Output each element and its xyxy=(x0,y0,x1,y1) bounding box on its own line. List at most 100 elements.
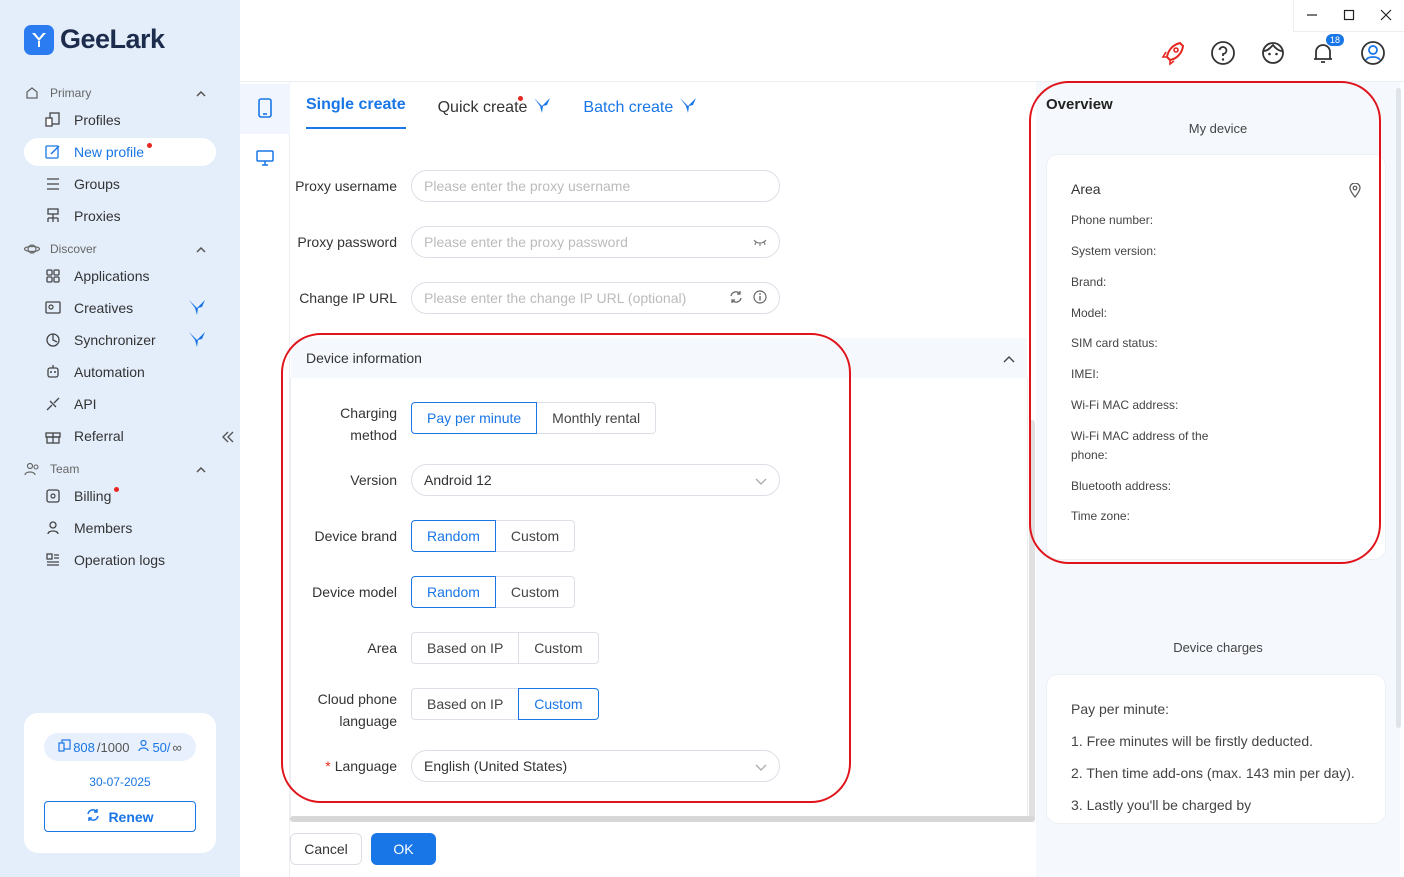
logs-icon xyxy=(44,551,62,569)
cloud-lang-option-custom[interactable]: Custom xyxy=(518,688,599,720)
team-icon xyxy=(24,461,40,477)
chevron-down-icon xyxy=(755,758,767,774)
network-icon xyxy=(44,207,62,225)
charging-label-line1: Charging xyxy=(340,405,397,421)
proxy-password-placeholder: Please enter the proxy password xyxy=(424,234,628,250)
chevron-up-icon[interactable] xyxy=(196,86,206,100)
area-option-custom[interactable]: Custom xyxy=(519,632,599,664)
sidebar-item-referral[interactable]: Referral xyxy=(24,422,216,450)
geelark-logo-icon xyxy=(24,24,54,55)
device-model-selector: Random Custom xyxy=(411,576,576,608)
sidebar: GeeLark Primary Profiles New profile Gro… xyxy=(0,0,240,877)
cloud-phone-language-selector: Based on IP Custom xyxy=(411,688,599,720)
account-avatar-icon[interactable] xyxy=(1360,40,1386,66)
notification-dot xyxy=(114,486,120,492)
brand-option-custom[interactable]: Custom xyxy=(495,520,576,552)
sidebar-item-label: Billing xyxy=(74,488,112,504)
form-horizontal-scrollbar[interactable] xyxy=(290,816,1035,822)
create-tabs: Single create Quick create Batch create xyxy=(306,96,697,132)
sidebar-item-billing[interactable]: Billing xyxy=(24,482,216,510)
nav-section-discover[interactable]: Discover xyxy=(24,237,216,261)
proxy-username-label: Proxy username xyxy=(295,178,397,194)
help-icon[interactable] xyxy=(1210,40,1236,66)
minimize-icon[interactable] xyxy=(1306,8,1318,24)
overview-title: Overview xyxy=(1046,96,1113,113)
mobile-device-button[interactable] xyxy=(240,84,290,134)
desktop-device-button[interactable] xyxy=(240,134,290,184)
charging-option-monthly-rental[interactable]: Monthly rental xyxy=(537,402,657,434)
charging-method-label: Charging method xyxy=(287,402,397,446)
device-info-header[interactable]: Device information xyxy=(291,338,1027,378)
maximize-icon[interactable] xyxy=(1343,8,1355,24)
device-info-title: Device information xyxy=(306,350,422,366)
cancel-button[interactable]: Cancel xyxy=(290,833,362,865)
charging-method-selector: Pay per minute Monthly rental xyxy=(411,402,657,434)
rocket-icon[interactable] xyxy=(1160,40,1186,66)
model-field: Model: xyxy=(1071,306,1108,320)
notifications-icon[interactable]: 18 xyxy=(1310,34,1344,66)
proxy-username-input[interactable]: Please enter the proxy username xyxy=(411,170,780,202)
sidebar-item-automation[interactable]: Automation xyxy=(24,358,216,386)
change-ip-label: Change IP URL xyxy=(299,290,397,306)
eye-closed-icon[interactable] xyxy=(753,234,767,250)
area-option-based-on-ip[interactable]: Based on IP xyxy=(411,632,520,664)
brand-option-random[interactable]: Random xyxy=(411,520,496,552)
model-option-random[interactable]: Random xyxy=(411,576,496,608)
sidebar-item-proxies[interactable]: Proxies xyxy=(24,202,216,230)
proxy-username-placeholder: Please enter the proxy username xyxy=(424,178,631,194)
expiry-date: 30-07-2025 xyxy=(89,775,151,789)
sidebar-item-applications[interactable]: Applications xyxy=(24,262,216,290)
ok-button[interactable]: OK xyxy=(371,833,436,865)
close-icon[interactable] xyxy=(1380,8,1392,24)
tab-batch-create[interactable]: Batch create xyxy=(583,96,697,132)
sidebar-item-synchronizer[interactable]: Synchronizer xyxy=(24,326,216,354)
charging-option-pay-per-minute[interactable]: Pay per minute xyxy=(411,402,538,434)
app-logo[interactable]: GeeLark xyxy=(24,24,165,55)
tab-quick-create[interactable]: Quick create xyxy=(438,96,552,132)
change-ip-input[interactable]: Please enter the change IP URL (optional… xyxy=(411,282,780,314)
sidebar-item-members[interactable]: Members xyxy=(24,514,216,542)
sidebar-item-label: Synchronizer xyxy=(74,332,156,348)
info-icon[interactable] xyxy=(753,289,767,307)
cloud-phone-language-label: Cloud phone language xyxy=(287,688,397,732)
devices-total: /1000 xyxy=(96,739,130,755)
sidebar-item-profiles[interactable]: Profiles xyxy=(24,106,216,134)
nav-section-team[interactable]: Team xyxy=(24,457,216,481)
sidebar-item-operation-logs[interactable]: Operation logs xyxy=(24,546,216,574)
chevron-up-icon[interactable] xyxy=(196,462,206,476)
edit-icon xyxy=(44,143,62,161)
bluetooth-field: Bluetooth address: xyxy=(1071,479,1172,493)
version-select[interactable]: Android 12 xyxy=(411,464,780,496)
nav-section-primary[interactable]: Primary xyxy=(24,81,216,105)
collapse-sidebar-icon[interactable] xyxy=(221,430,235,447)
sidebar-item-groups[interactable]: Groups xyxy=(24,170,216,198)
sidebar-item-api[interactable]: API xyxy=(24,390,216,418)
sidebar-item-label: Members xyxy=(74,520,133,536)
support-agent-icon[interactable] xyxy=(1260,40,1286,66)
proxy-password-input[interactable]: Please enter the proxy password xyxy=(411,226,780,258)
chevron-up-icon[interactable] xyxy=(196,242,206,256)
cloud-lang-option-based-on-ip[interactable]: Based on IP xyxy=(411,688,520,720)
renew-button[interactable]: Renew xyxy=(44,801,196,832)
sidebar-item-creatives[interactable]: Creatives xyxy=(24,294,216,322)
chevron-up-icon[interactable] xyxy=(1003,350,1015,366)
billing-icon xyxy=(44,487,62,505)
refresh-icon[interactable] xyxy=(729,290,743,307)
notification-dot xyxy=(147,142,153,148)
premium-bird-icon xyxy=(188,330,206,351)
charge-line: 3. Lastly you'll be charged by xyxy=(1071,797,1252,813)
devices-icon xyxy=(58,739,71,755)
sidebar-item-label: Creatives xyxy=(74,300,134,316)
premium-bird-icon xyxy=(679,96,697,119)
device-charges-card: Pay per minute: 1. Free minutes will be … xyxy=(1046,674,1386,824)
form-vertical-scrollbar[interactable] xyxy=(1029,420,1035,820)
location-pin-icon[interactable] xyxy=(1349,182,1361,201)
proxy-password-label: Proxy password xyxy=(297,234,397,250)
language-select[interactable]: English (United States) xyxy=(411,750,780,782)
model-option-custom[interactable]: Custom xyxy=(495,576,576,608)
app-name: GeeLark xyxy=(60,24,165,54)
tab-single-create[interactable]: Single create xyxy=(306,96,406,129)
sidebar-item-new-profile[interactable]: New profile xyxy=(24,138,216,166)
overview-scrollbar[interactable] xyxy=(1396,88,1401,728)
profiles-icon xyxy=(44,111,62,129)
